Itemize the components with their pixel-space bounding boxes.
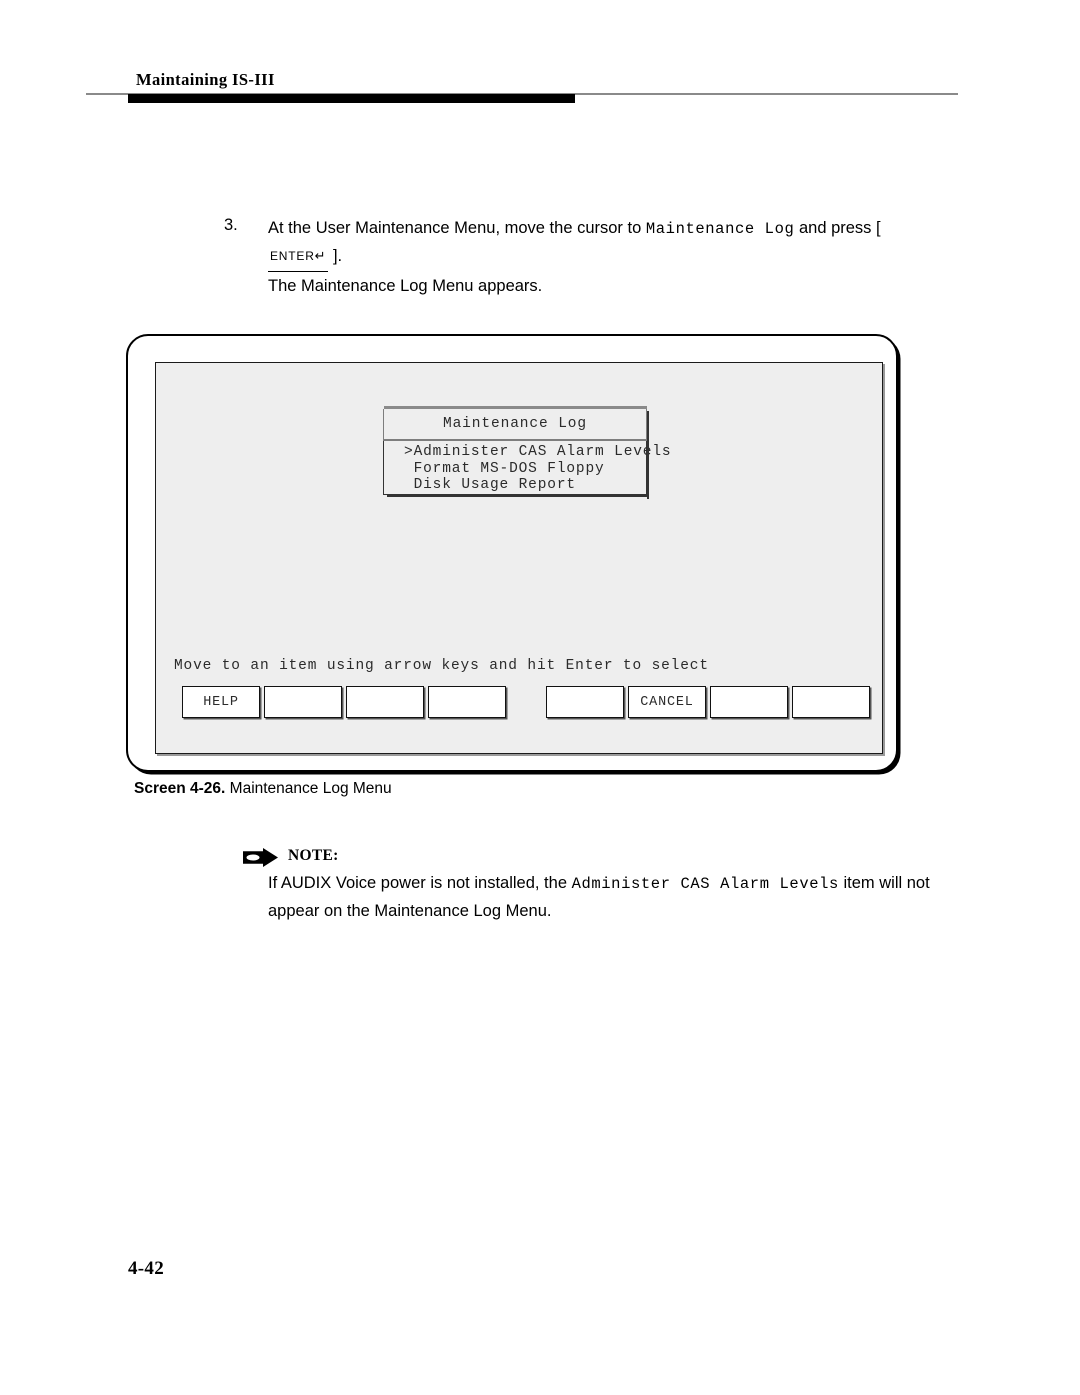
function-key-label: HELP: [203, 694, 239, 710]
figure-caption-number: Screen 4-26.: [134, 780, 226, 797]
step-text-part1: At the User Maintenance Menu, move the c…: [268, 219, 646, 237]
step-menu-name: Maintenance Log: [645, 220, 795, 238]
menu-item-list: >Administer CAS Alarm Levels Format MS-D…: [383, 441, 671, 495]
note-paragraph: If AUDIX Voice power is not installed, t…: [268, 870, 938, 925]
function-key-cancel[interactable]: CANCEL: [628, 686, 706, 718]
menu-shadow-right: [647, 411, 649, 499]
page-number: 4-42: [128, 1258, 165, 1279]
header-rule-thick: [128, 94, 575, 103]
step-result-line: The Maintenance Log Menu appears.: [268, 277, 543, 295]
menu-item-format-ms-dos-floppy[interactable]: Format MS-DOS Floppy: [404, 461, 646, 478]
note-label: NOTE:: [288, 847, 339, 864]
menu-item-label: Administer CAS Alarm Levels: [413, 444, 672, 460]
note-arrow-icon: [243, 848, 279, 867]
note-item-name: Administer CAS Alarm Levels: [571, 875, 839, 893]
enter-keycap: ENTER↵: [268, 242, 329, 272]
maintenance-log-menu-window: Maintenance Log >Administer CAS Alarm Le…: [383, 406, 671, 499]
function-key-3[interactable]: [346, 686, 424, 718]
menu-shadow-bottom: [387, 495, 649, 497]
page-header: Maintaining IS-III: [0, 0, 1080, 110]
step-text-part3: ].: [328, 247, 343, 265]
return-arrow-icon: ↵: [314, 248, 327, 263]
menu-title: Maintenance Log: [442, 416, 588, 432]
step-number: 3.: [224, 216, 238, 234]
menu-item-disk-usage-report[interactable]: Disk Usage Report: [404, 477, 646, 494]
menu-title-bar: Maintenance Log: [383, 409, 647, 439]
function-key-8[interactable]: [792, 686, 870, 718]
running-header-title: Maintaining IS-III: [136, 70, 275, 89]
step-paragraph: At the User Maintenance Menu, move the c…: [268, 215, 928, 273]
function-key-row: HELP CANCEL: [182, 686, 872, 718]
menu-item-administer-cas-alarm-levels[interactable]: >Administer CAS Alarm Levels: [404, 444, 671, 461]
function-key-4[interactable]: [428, 686, 506, 718]
function-key-5[interactable]: [546, 686, 624, 718]
figure-caption-title: Maintenance Log Menu: [229, 780, 392, 797]
menu-item-label: Disk Usage Report: [413, 477, 576, 493]
screen-status-line: Move to an item using arrow keys and hit…: [174, 658, 709, 674]
menu-item-label: Format MS-DOS Floppy: [413, 460, 605, 477]
function-key-7[interactable]: [710, 686, 788, 718]
menu-cursor-slot: [404, 461, 414, 477]
function-key-2[interactable]: [264, 686, 342, 718]
note-text-part1: If AUDIX Voice power is not installed, t…: [268, 874, 572, 892]
menu-cursor-icon: >: [404, 444, 414, 460]
enter-keycap-label: ENTER: [270, 249, 315, 263]
menu-cursor-slot: [404, 477, 414, 493]
function-key-label: CANCEL: [640, 694, 694, 710]
figure-caption: Screen 4-26. Maintenance Log Menu: [134, 780, 392, 798]
function-key-help[interactable]: HELP: [182, 686, 260, 718]
step-text-part2: and press [: [794, 219, 881, 237]
